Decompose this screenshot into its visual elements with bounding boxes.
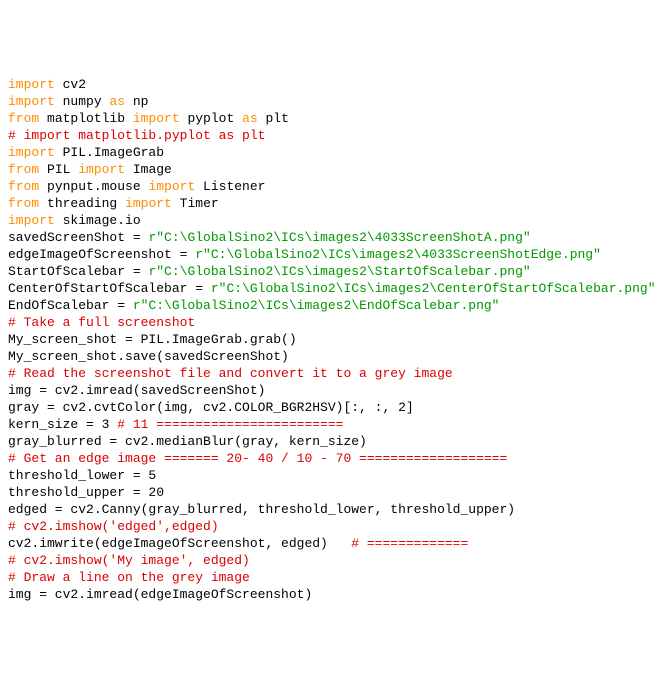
code-line: # Get an edge image ======= 20- 40 / 10 …	[8, 450, 660, 467]
code-token: StartOfScalebar =	[8, 264, 148, 279]
code-line: # Read the screenshot file and convert i…	[8, 365, 660, 382]
code-token: # 11 ========================	[117, 417, 343, 432]
code-token: savedScreenShot =	[8, 230, 148, 245]
code-token: cv2	[55, 77, 86, 92]
code-token: # Draw a line on the grey image	[8, 570, 250, 585]
code-token: as	[242, 111, 258, 126]
code-token: as	[109, 94, 125, 109]
code-token: from	[8, 179, 39, 194]
code-token: gray = cv2.cvtColor(img, cv2.COLOR_BGR2H…	[8, 400, 414, 415]
code-block: import cv2import numpy as npfrom matplot…	[8, 76, 660, 603]
code-line: kern_size = 3 # 11 =====================…	[8, 416, 660, 433]
code-token: Image	[125, 162, 172, 177]
code-token: numpy	[55, 94, 110, 109]
code-token: pynput.mouse	[39, 179, 148, 194]
code-line: img = cv2.imread(edgeImageOfScreenshot)	[8, 586, 660, 603]
code-token: # cv2.imshow('My image', edged)	[8, 553, 250, 568]
code-token: from	[8, 196, 39, 211]
code-token: import	[78, 162, 125, 177]
code-line: threshold_lower = 5	[8, 467, 660, 484]
code-line: cv2.imwrite(edgeImageOfScreenshot, edged…	[8, 535, 660, 552]
code-line: EndOfScalebar = r"C:\GlobalSino2\ICs\ima…	[8, 297, 660, 314]
code-token: kern_size = 3	[8, 417, 117, 432]
code-line: from pynput.mouse import Listener	[8, 178, 660, 195]
code-line: # cv2.imshow('edged',edged)	[8, 518, 660, 535]
code-token: Listener	[195, 179, 265, 194]
code-token: img = cv2.imread(savedScreenShot)	[8, 383, 265, 398]
code-token: edgeImageOfScreenshot =	[8, 247, 195, 262]
code-token: from	[8, 162, 39, 177]
code-line: StartOfScalebar = r"C:\GlobalSino2\ICs\i…	[8, 263, 660, 280]
code-token: r"C:\GlobalSino2\ICs\images2\EndOfScaleb…	[133, 298, 500, 313]
code-token: matplotlib	[39, 111, 133, 126]
code-token: import	[125, 196, 172, 211]
code-token: cv2.imwrite(edgeImageOfScreenshot, edged…	[8, 536, 351, 551]
code-token: gray_blurred = cv2.medianBlur(gray, kern…	[8, 434, 367, 449]
code-token: PIL	[39, 162, 78, 177]
code-token: import	[8, 213, 55, 228]
code-token: # cv2.imshow('edged',edged)	[8, 519, 219, 534]
code-token: img = cv2.imread(edgeImageOfScreenshot)	[8, 587, 312, 602]
code-token: from	[8, 111, 39, 126]
code-token: threading	[39, 196, 125, 211]
code-token: import	[8, 145, 55, 160]
code-token: r"C:\GlobalSino2\ICs\images2\CenterOfSta…	[211, 281, 656, 296]
code-line: from matplotlib import pyplot as plt	[8, 110, 660, 127]
code-line: import skimage.io	[8, 212, 660, 229]
code-line: from threading import Timer	[8, 195, 660, 212]
code-token: pyplot	[180, 111, 242, 126]
code-token: EndOfScalebar =	[8, 298, 133, 313]
code-line: CenterOfStartOfScalebar = r"C:\GlobalSin…	[8, 280, 660, 297]
code-token: PIL.ImageGrab	[55, 145, 164, 160]
code-line: gray_blurred = cv2.medianBlur(gray, kern…	[8, 433, 660, 450]
code-line: My_screen_shot = PIL.ImageGrab.grab()	[8, 331, 660, 348]
code-token: import	[8, 77, 55, 92]
code-line: edgeImageOfScreenshot = r"C:\GlobalSino2…	[8, 246, 660, 263]
code-token: Timer	[172, 196, 219, 211]
code-token: import	[148, 179, 195, 194]
code-token: My_screen_shot.save(savedScreenShot)	[8, 349, 289, 364]
code-line: savedScreenShot = r"C:\GlobalSino2\ICs\i…	[8, 229, 660, 246]
code-line: # cv2.imshow('My image', edged)	[8, 552, 660, 569]
code-token: # import matplotlib.pyplot as plt	[8, 128, 265, 143]
code-token: import	[8, 94, 55, 109]
code-token: # =============	[351, 536, 468, 551]
code-token: r"C:\GlobalSino2\ICs\images2\StartOfScal…	[148, 264, 530, 279]
code-line: # Draw a line on the grey image	[8, 569, 660, 586]
code-line: gray = cv2.cvtColor(img, cv2.COLOR_BGR2H…	[8, 399, 660, 416]
code-token: import	[133, 111, 180, 126]
code-token: r"C:\GlobalSino2\ICs\images2\4033ScreenS…	[195, 247, 601, 262]
code-token: CenterOfStartOfScalebar =	[8, 281, 211, 296]
code-line: img = cv2.imread(savedScreenShot)	[8, 382, 660, 399]
code-token: # Get an edge image ======= 20- 40 / 10 …	[8, 451, 507, 466]
code-line: edged = cv2.Canny(gray_blurred, threshol…	[8, 501, 660, 518]
code-token: # Read the screenshot file and convert i…	[8, 366, 453, 381]
code-line: # import matplotlib.pyplot as plt	[8, 127, 660, 144]
code-line: # Take a full screenshot	[8, 314, 660, 331]
code-line: threshold_upper = 20	[8, 484, 660, 501]
code-token: r"C:\GlobalSino2\ICs\images2\4033ScreenS…	[148, 230, 530, 245]
code-line: import numpy as np	[8, 93, 660, 110]
code-token: np	[125, 94, 148, 109]
code-line: My_screen_shot.save(savedScreenShot)	[8, 348, 660, 365]
code-line: from PIL import Image	[8, 161, 660, 178]
code-token: edged = cv2.Canny(gray_blurred, threshol…	[8, 502, 515, 517]
code-line: import PIL.ImageGrab	[8, 144, 660, 161]
code-token: # Take a full screenshot	[8, 315, 195, 330]
code-token: My_screen_shot = PIL.ImageGrab.grab()	[8, 332, 297, 347]
code-token: plt	[258, 111, 289, 126]
code-token: threshold_lower = 5	[8, 468, 156, 483]
code-line: import cv2	[8, 76, 660, 93]
code-token: threshold_upper = 20	[8, 485, 164, 500]
code-token: skimage.io	[55, 213, 141, 228]
